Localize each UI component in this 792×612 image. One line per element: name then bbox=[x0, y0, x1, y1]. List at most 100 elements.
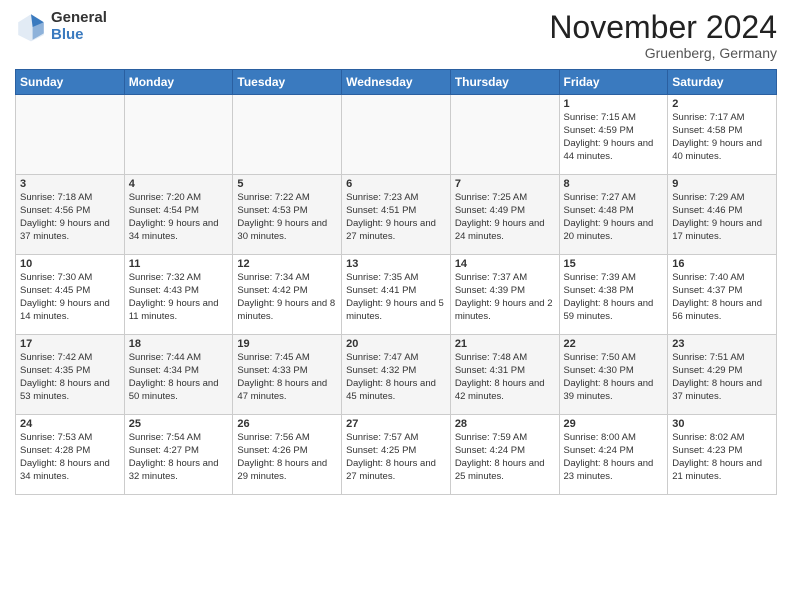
table-row: 1 Sunrise: 7:15 AM Sunset: 4:59 PM Daylig… bbox=[559, 95, 668, 175]
day-info: Sunrise: 7:47 AM Sunset: 4:32 PM Dayligh… bbox=[346, 352, 446, 403]
title-block: November 2024 Gruenberg, Germany bbox=[549, 10, 777, 61]
col-wednesday: Wednesday bbox=[342, 70, 451, 95]
table-row: 5Sunrise: 7:22 AM Sunset: 4:53 PM Daylig… bbox=[233, 175, 342, 255]
col-thursday: Thursday bbox=[450, 70, 559, 95]
calendar-week-row: 3Sunrise: 7:18 AM Sunset: 4:56 PM Daylig… bbox=[16, 175, 777, 255]
day-number: 11 bbox=[129, 258, 229, 270]
calendar-week-row: 1 Sunrise: 7:15 AM Sunset: 4:59 PM Daylig… bbox=[16, 95, 777, 175]
day-number: 29 bbox=[564, 418, 664, 430]
day-info: Sunrise: 7:53 AM Sunset: 4:28 PM Dayligh… bbox=[20, 432, 120, 483]
table-row: 23 Sunrise: 7:51 AM Sunset: 4:29 PM Dayli… bbox=[668, 335, 777, 415]
table-row bbox=[124, 95, 233, 175]
day-info: Sunrise: 8:00 AM Sunset: 4:24 PM Dayligh… bbox=[564, 432, 664, 483]
location-subtitle: Gruenberg, Germany bbox=[549, 45, 777, 61]
logo: General Blue bbox=[15, 10, 107, 43]
day-number: 16 bbox=[672, 258, 772, 270]
day-number: 6 bbox=[346, 178, 446, 190]
day-info: Sunrise: 7:56 AM Sunset: 4:26 PM Dayligh… bbox=[237, 432, 337, 483]
day-info: Sunrise: 7:57 AM Sunset: 4:25 PM Dayligh… bbox=[346, 432, 446, 483]
table-row bbox=[342, 95, 451, 175]
day-number: 23 bbox=[672, 338, 772, 350]
table-row: 3Sunrise: 7:18 AM Sunset: 4:56 PM Daylig… bbox=[16, 175, 125, 255]
calendar-week-row: 24 Sunrise: 7:53 AM Sunset: 4:28 PM Dayli… bbox=[16, 415, 777, 495]
day-info: Sunrise: 7:39 AM Sunset: 4:38 PM Dayligh… bbox=[564, 272, 664, 323]
day-info: Sunrise: 7:15 AM Sunset: 4:59 PM Dayligh… bbox=[564, 112, 664, 163]
day-info: Sunrise: 7:37 AM Sunset: 4:39 PM Dayligh… bbox=[455, 272, 555, 323]
table-row: 2 Sunrise: 7:17 AM Sunset: 4:58 PM Daylig… bbox=[668, 95, 777, 175]
table-row: 22Sunrise: 7:50 AM Sunset: 4:30 PM Dayli… bbox=[559, 335, 668, 415]
day-info: Sunrise: 7:17 AM Sunset: 4:58 PM Dayligh… bbox=[672, 112, 772, 163]
day-number: 25 bbox=[129, 418, 229, 430]
table-row: 17 Sunrise: 7:42 AM Sunset: 4:35 PM Dayli… bbox=[16, 335, 125, 415]
header: General Blue November 2024 Gruenberg, Ge… bbox=[15, 10, 777, 61]
day-info: Sunrise: 7:20 AM Sunset: 4:54 PM Dayligh… bbox=[129, 192, 229, 243]
table-row: 26 Sunrise: 7:56 AM Sunset: 4:26 PM Dayli… bbox=[233, 415, 342, 495]
day-number: 2 bbox=[672, 98, 772, 110]
day-number: 19 bbox=[237, 338, 337, 350]
day-info: Sunrise: 7:54 AM Sunset: 4:27 PM Dayligh… bbox=[129, 432, 229, 483]
day-number: 7 bbox=[455, 178, 555, 190]
table-row: 7 Sunrise: 7:25 AM Sunset: 4:49 PM Daylig… bbox=[450, 175, 559, 255]
col-sunday: Sunday bbox=[16, 70, 125, 95]
table-row: 28Sunrise: 7:59 AM Sunset: 4:24 PM Dayli… bbox=[450, 415, 559, 495]
table-row: 11Sunrise: 7:32 AM Sunset: 4:43 PM Dayli… bbox=[124, 255, 233, 335]
logo-icon bbox=[15, 11, 47, 43]
day-info: Sunrise: 7:18 AM Sunset: 4:56 PM Dayligh… bbox=[20, 192, 120, 243]
table-row: 16 Sunrise: 7:40 AM Sunset: 4:37 PM Dayli… bbox=[668, 255, 777, 335]
day-number: 30 bbox=[672, 418, 772, 430]
table-row: 29 Sunrise: 8:00 AM Sunset: 4:24 PM Dayli… bbox=[559, 415, 668, 495]
day-number: 18 bbox=[129, 338, 229, 350]
day-number: 21 bbox=[455, 338, 555, 350]
table-row: 20 Sunrise: 7:47 AM Sunset: 4:32 PM Dayli… bbox=[342, 335, 451, 415]
day-number: 13 bbox=[346, 258, 446, 270]
day-info: Sunrise: 7:51 AM Sunset: 4:29 PM Dayligh… bbox=[672, 352, 772, 403]
day-info: Sunrise: 7:35 AM Sunset: 4:41 PM Dayligh… bbox=[346, 272, 446, 323]
day-info: Sunrise: 7:44 AM Sunset: 4:34 PM Dayligh… bbox=[129, 352, 229, 403]
day-info: Sunrise: 8:02 AM Sunset: 4:23 PM Dayligh… bbox=[672, 432, 772, 483]
day-number: 5 bbox=[237, 178, 337, 190]
table-row: 21Sunrise: 7:48 AM Sunset: 4:31 PM Dayli… bbox=[450, 335, 559, 415]
day-number: 26 bbox=[237, 418, 337, 430]
logo-blue: Blue bbox=[51, 27, 107, 44]
table-row: 12 Sunrise: 7:34 AM Sunset: 4:42 PM Dayli… bbox=[233, 255, 342, 335]
day-info: Sunrise: 7:42 AM Sunset: 4:35 PM Dayligh… bbox=[20, 352, 120, 403]
day-number: 20 bbox=[346, 338, 446, 350]
day-number: 17 bbox=[20, 338, 120, 350]
table-row: 6 Sunrise: 7:23 AM Sunset: 4:51 PM Daylig… bbox=[342, 175, 451, 255]
day-number: 14 bbox=[455, 258, 555, 270]
table-row: 30 Sunrise: 8:02 AM Sunset: 4:23 PM Dayli… bbox=[668, 415, 777, 495]
day-info: Sunrise: 7:40 AM Sunset: 4:37 PM Dayligh… bbox=[672, 272, 772, 323]
day-number: 4 bbox=[129, 178, 229, 190]
calendar: Sunday Monday Tuesday Wednesday Thursday… bbox=[15, 69, 777, 495]
day-info: Sunrise: 7:29 AM Sunset: 4:46 PM Dayligh… bbox=[672, 192, 772, 243]
table-row: 18 Sunrise: 7:44 AM Sunset: 4:34 PM Dayli… bbox=[124, 335, 233, 415]
calendar-header-row: Sunday Monday Tuesday Wednesday Thursday… bbox=[16, 70, 777, 95]
day-number: 28 bbox=[455, 418, 555, 430]
col-saturday: Saturday bbox=[668, 70, 777, 95]
table-row: 27 Sunrise: 7:57 AM Sunset: 4:25 PM Dayli… bbox=[342, 415, 451, 495]
logo-general: General bbox=[51, 10, 107, 27]
day-number: 1 bbox=[564, 98, 664, 110]
day-number: 12 bbox=[237, 258, 337, 270]
day-info: Sunrise: 7:25 AM Sunset: 4:49 PM Dayligh… bbox=[455, 192, 555, 243]
day-info: Sunrise: 7:30 AM Sunset: 4:45 PM Dayligh… bbox=[20, 272, 120, 323]
table-row: 10 Sunrise: 7:30 AM Sunset: 4:45 PM Dayli… bbox=[16, 255, 125, 335]
table-row: 9Sunrise: 7:29 AM Sunset: 4:46 PM Daylig… bbox=[668, 175, 777, 255]
day-number: 22 bbox=[564, 338, 664, 350]
calendar-week-row: 17 Sunrise: 7:42 AM Sunset: 4:35 PM Dayli… bbox=[16, 335, 777, 415]
table-row bbox=[16, 95, 125, 175]
day-info: Sunrise: 7:23 AM Sunset: 4:51 PM Dayligh… bbox=[346, 192, 446, 243]
day-number: 24 bbox=[20, 418, 120, 430]
day-info: Sunrise: 7:34 AM Sunset: 4:42 PM Dayligh… bbox=[237, 272, 337, 323]
day-number: 15 bbox=[564, 258, 664, 270]
day-info: Sunrise: 7:27 AM Sunset: 4:48 PM Dayligh… bbox=[564, 192, 664, 243]
day-number: 10 bbox=[20, 258, 120, 270]
day-number: 27 bbox=[346, 418, 446, 430]
col-friday: Friday bbox=[559, 70, 668, 95]
table-row: 13 Sunrise: 7:35 AM Sunset: 4:41 PM Dayli… bbox=[342, 255, 451, 335]
table-row bbox=[233, 95, 342, 175]
calendar-week-row: 10 Sunrise: 7:30 AM Sunset: 4:45 PM Dayli… bbox=[16, 255, 777, 335]
month-title: November 2024 bbox=[549, 10, 777, 45]
table-row bbox=[450, 95, 559, 175]
day-number: 8 bbox=[564, 178, 664, 190]
